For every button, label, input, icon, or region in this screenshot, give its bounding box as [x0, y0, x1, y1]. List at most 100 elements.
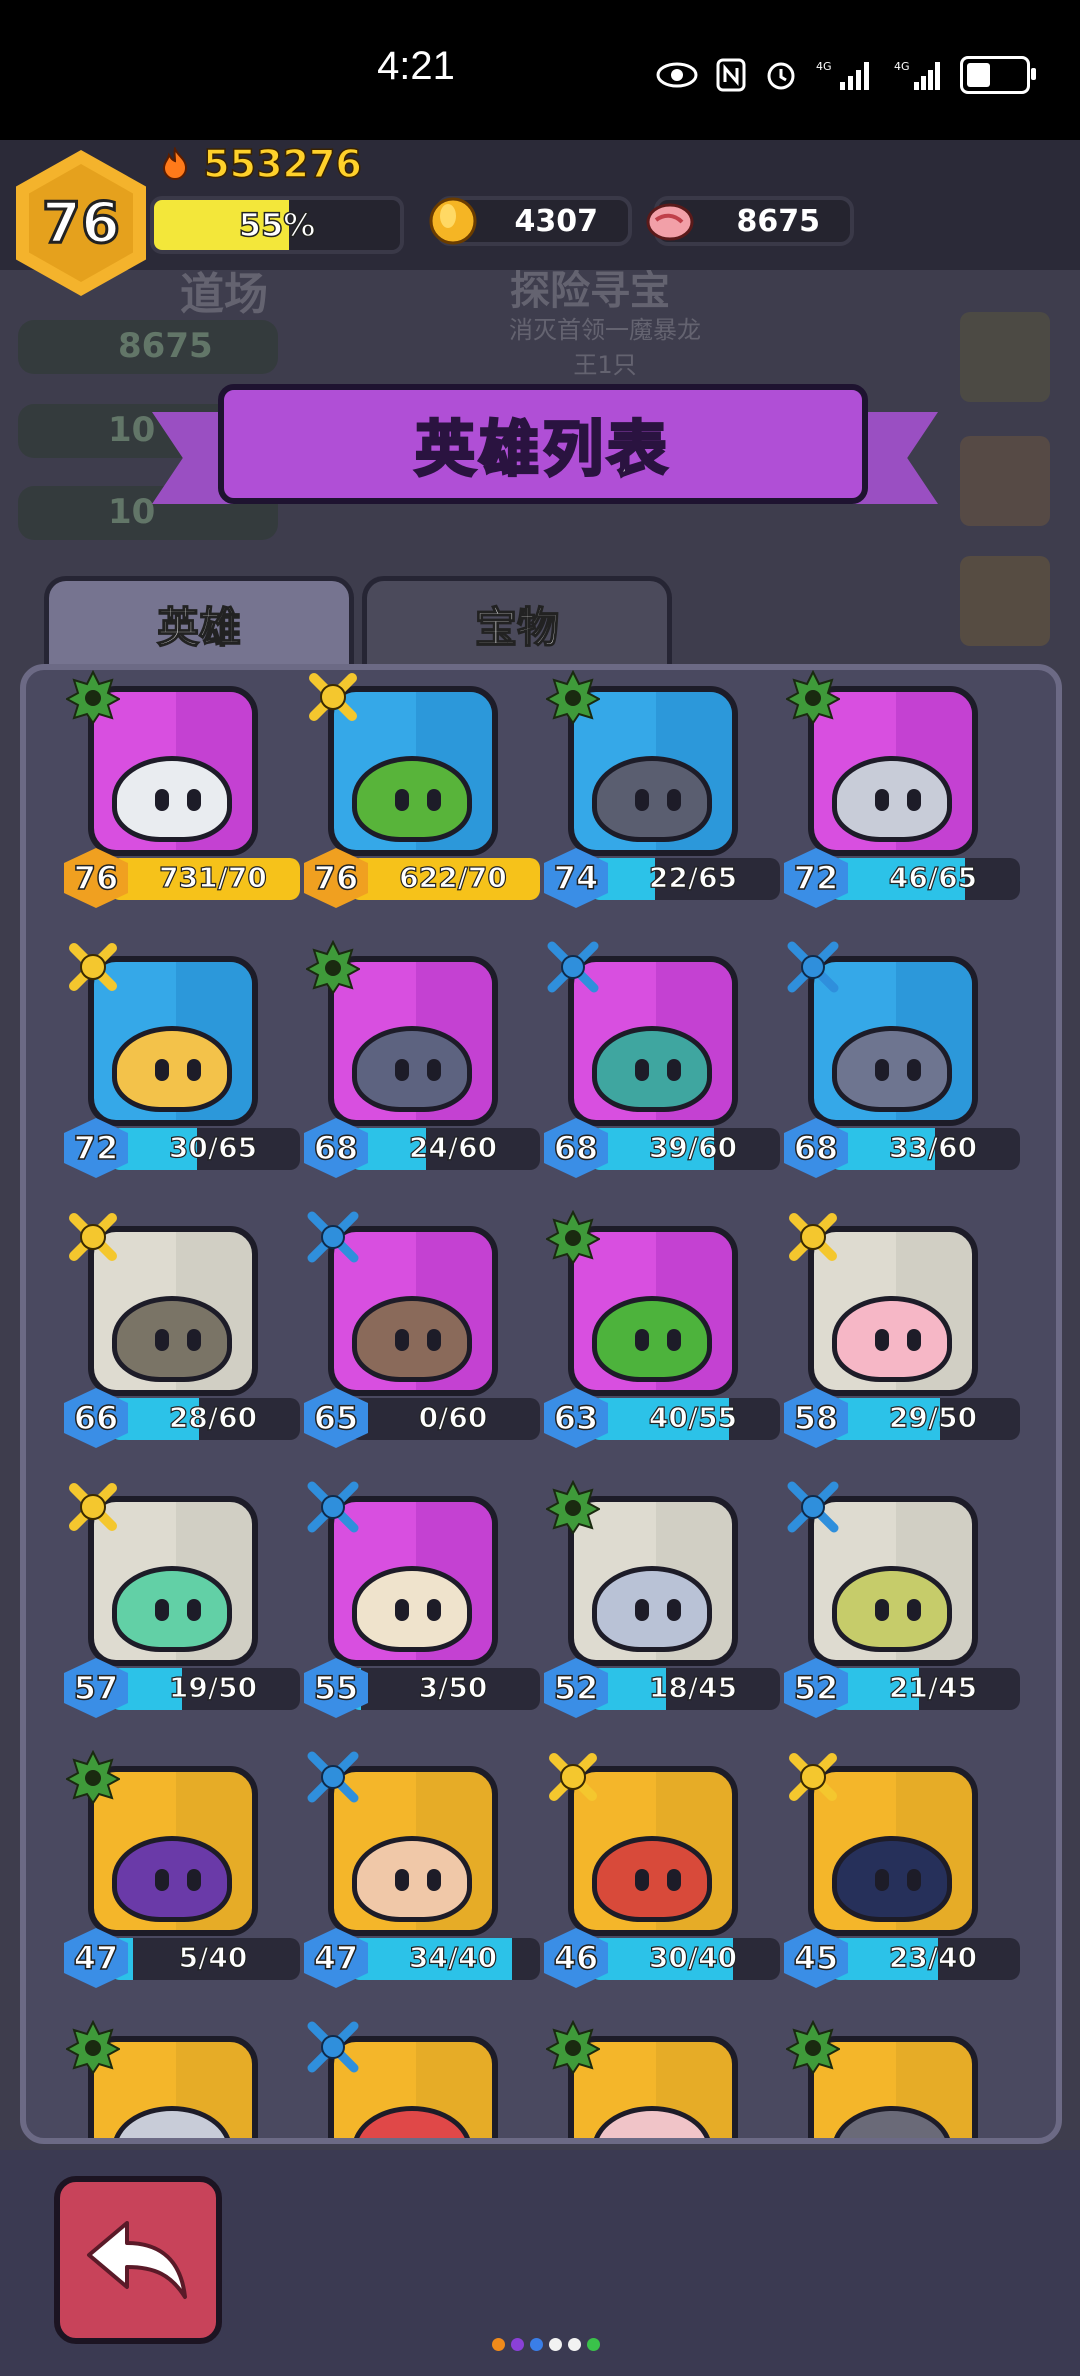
- hero-card[interactable]: [546, 2020, 746, 2144]
- hero-card[interactable]: 731/70 76: [64, 670, 300, 920]
- hero-eye: [427, 2139, 441, 2144]
- rarity-badge-icon: [306, 940, 360, 994]
- page-dot: [549, 2338, 562, 2351]
- power-value: 553276: [202, 141, 362, 187]
- eye-icon: [656, 62, 698, 88]
- hero-card[interactable]: [786, 2020, 986, 2138]
- bg-quest-label: 消灭首领一魔暴龙王1只: [509, 316, 701, 379]
- status-icons: 4G 4G: [656, 56, 1036, 94]
- hero-face: [832, 1026, 952, 1112]
- hero-card[interactable]: 30/65 72: [64, 943, 300, 1190]
- svg-text:4G: 4G: [816, 60, 832, 73]
- hero-face: [112, 1836, 232, 1922]
- back-button[interactable]: [54, 2176, 222, 2344]
- hero-eye: [635, 1869, 649, 1891]
- hero-card[interactable]: [306, 2021, 506, 2144]
- rarity-badge-icon: [546, 2020, 600, 2074]
- rarity-badge-icon: [66, 1750, 120, 1804]
- hero-face: [832, 1296, 952, 1382]
- hero-eye: [875, 1599, 889, 1621]
- hero-card[interactable]: 28/60 66: [64, 1213, 300, 1460]
- meat-display[interactable]: 8675: [646, 196, 854, 246]
- hero-eye: [635, 1329, 649, 1351]
- rarity-badge-icon: [787, 1481, 839, 1533]
- hero-eye: [907, 1329, 921, 1351]
- hero-shard-bar: 22/65: [590, 858, 780, 900]
- hero-face: [112, 1566, 232, 1652]
- hero-shard-count: 23/40: [888, 1940, 978, 1974]
- hero-eye: [427, 1869, 441, 1891]
- hero-eye: [667, 1869, 681, 1891]
- hero-face: [112, 756, 232, 842]
- hero-shard-bar: 30/40: [590, 1938, 780, 1980]
- hero-card[interactable]: 39/60 68: [544, 941, 780, 1190]
- hero-shard-bar: 24/60: [350, 1128, 540, 1170]
- hero-face: [352, 1296, 472, 1382]
- power-display: 553276: [160, 141, 363, 187]
- hero-card[interactable]: 34/40 47: [304, 1751, 540, 2000]
- hero-eye: [667, 789, 681, 811]
- hero-eye: [635, 1059, 649, 1081]
- hero-eye: [635, 2139, 649, 2144]
- status-bar: 4:21 4G 4G: [0, 0, 1080, 140]
- hero-card[interactable]: 19/50 57: [64, 1483, 300, 1730]
- rarity-badge-icon: [546, 1480, 600, 1534]
- hero-eye: [875, 1869, 889, 1891]
- hero-card[interactable]: 5/40 47: [64, 1750, 300, 2000]
- hero-eye: [427, 1329, 441, 1351]
- hero-shard-count: 40/55: [648, 1400, 738, 1434]
- hero-eye: [395, 1059, 409, 1081]
- hero-eye: [187, 1059, 201, 1081]
- page-dot: [568, 2338, 581, 2351]
- hero-eye: [395, 1599, 409, 1621]
- page-title: 英雄列表: [414, 413, 671, 486]
- title-banner: 英雄列表: [148, 384, 938, 514]
- hero-eye: [907, 1059, 921, 1081]
- hero-card[interactable]: 22/65 74: [544, 670, 780, 920]
- hero-card[interactable]: 30/40 46: [544, 1753, 780, 2000]
- hero-card[interactable]: 3/50 55: [304, 1481, 540, 1730]
- hero-eye: [155, 1329, 169, 1351]
- hero-shard-count: 30/40: [648, 1940, 738, 1974]
- xp-percent: 55%: [238, 205, 316, 245]
- hero-shard-count: 622/70: [399, 860, 508, 894]
- hero-shard-count: 30/65: [168, 1130, 258, 1164]
- hero-eye: [427, 1059, 441, 1081]
- hero-card[interactable]: 23/40 45: [784, 1753, 1020, 2000]
- rarity-badge-icon: [307, 1211, 359, 1263]
- hero-eye: [187, 1599, 201, 1621]
- banner-plate: 英雄列表: [218, 384, 868, 504]
- hero-card[interactable]: 46/65 72: [784, 670, 1020, 920]
- battery-icon: [960, 56, 1036, 94]
- hero-card[interactable]: 18/45 52: [544, 1480, 780, 1730]
- tab-heroes[interactable]: 英雄: [44, 576, 354, 668]
- page-dot: [511, 2338, 524, 2351]
- hero-card[interactable]: 622/70 76: [304, 673, 540, 920]
- hero-eye: [667, 1599, 681, 1621]
- hero-shard-count: 29/50: [888, 1400, 978, 1434]
- signal-icon-2: 4G: [894, 60, 940, 90]
- hero-shard-bar: 39/60: [590, 1128, 780, 1170]
- rarity-badge-icon: [307, 2021, 359, 2073]
- hero-face: [352, 756, 472, 842]
- hero-card[interactable]: 24/60 68: [304, 940, 540, 1190]
- hero-eye: [395, 1869, 409, 1891]
- hero-card[interactable]: 29/50 58: [784, 1213, 1020, 1460]
- hero-list-panel[interactable]: 731/70 76 622/70 76 22/65 74 46/65 72 30/65 72 24/…: [20, 664, 1062, 2144]
- hero-eye: [907, 1599, 921, 1621]
- gold-display[interactable]: 4307: [429, 196, 632, 246]
- hero-card[interactable]: 0/60 65: [304, 1211, 540, 1460]
- hero-shard-bar: 19/50: [110, 1668, 300, 1710]
- back-arrow-icon: [87, 2221, 187, 2299]
- hero-card[interactable]: 21/45 52: [784, 1481, 1020, 1730]
- rarity-badge-icon: [789, 1753, 837, 1801]
- tab-treasures[interactable]: 宝物: [362, 576, 672, 668]
- hero-card[interactable]: 33/60 68: [784, 941, 1020, 1190]
- hero-shard-count: 18/45: [648, 1670, 738, 1704]
- hero-eye: [427, 789, 441, 811]
- hero-face: [832, 1836, 952, 1922]
- hero-eye: [187, 2139, 201, 2144]
- hero-card[interactable]: [66, 2020, 266, 2144]
- bg-meat-value: 8675: [118, 326, 213, 366]
- hero-card[interactable]: 40/55 63: [544, 1210, 780, 1460]
